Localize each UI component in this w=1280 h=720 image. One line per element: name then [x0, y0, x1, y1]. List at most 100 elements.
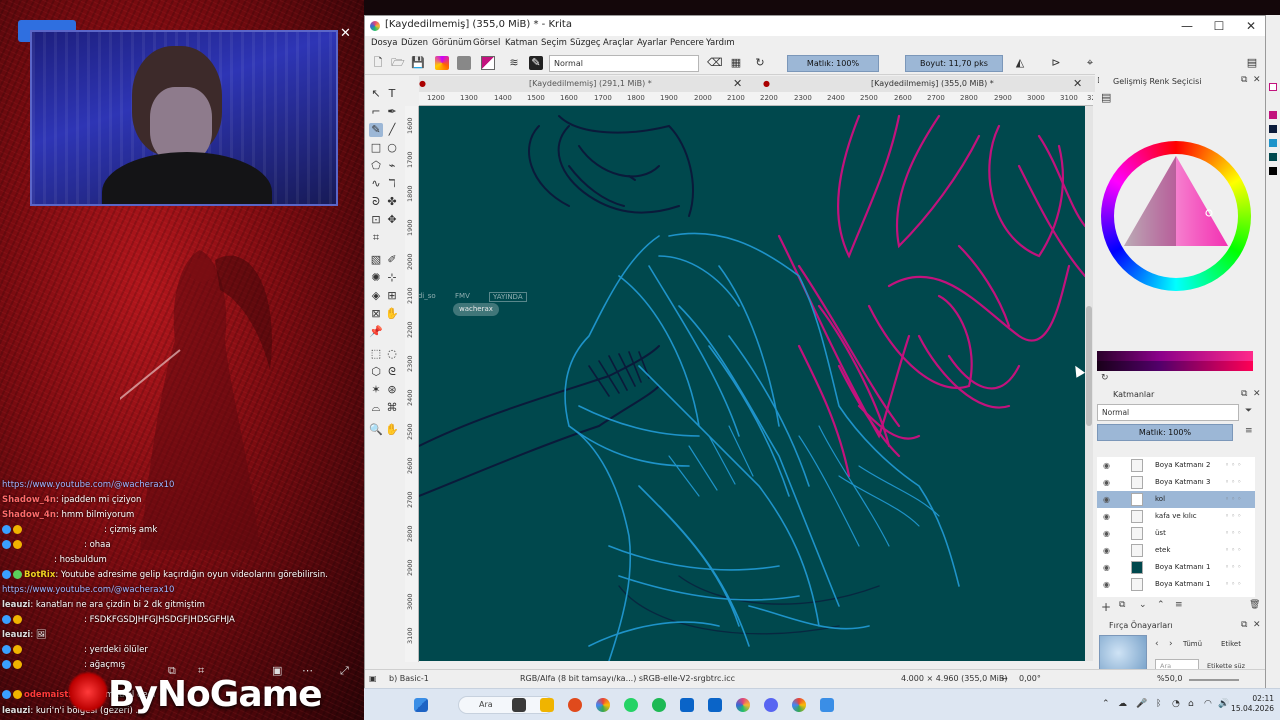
freehand-brush-icon[interactable]: ✎	[369, 123, 383, 137]
contiguous-select-icon[interactable]: ✶	[369, 383, 383, 397]
brush-filter-select[interactable]: Tümü	[1183, 637, 1202, 651]
rotate-icon[interactable]: ↔	[1001, 674, 1008, 683]
swatch-icon[interactable]	[1269, 83, 1277, 91]
menu-katman[interactable]: Katman	[505, 38, 538, 48]
layer-row-active[interactable]: ◉ kol ◦◦◦	[1097, 491, 1255, 508]
swatch-icon[interactable]	[1269, 153, 1277, 161]
chrome-icon[interactable]	[792, 698, 806, 712]
enclose-fill-icon[interactable]: ⊞	[385, 289, 399, 303]
close-icon[interactable]: ✕	[1253, 75, 1261, 85]
color-picker-icon[interactable]: ✐	[385, 253, 399, 267]
smart-patch-icon[interactable]: ✺	[369, 271, 383, 285]
color-wheel[interactable]	[1101, 141, 1251, 291]
dynamic-brush-icon[interactable]: ᘐ	[369, 195, 383, 209]
menu-icon[interactable]: ≡	[1245, 426, 1253, 436]
brush-settings-icon[interactable]: ≋	[507, 56, 521, 70]
gradient-tool-icon[interactable]: ▧	[369, 253, 383, 267]
assistant-icon[interactable]: ⊹	[385, 271, 399, 285]
line-tool-icon[interactable]: ╱	[385, 123, 399, 137]
menu-gorunum[interactable]: Görünüm	[432, 38, 472, 48]
mirror-horizontal-icon[interactable]: ◭	[1013, 56, 1027, 70]
fill-icon[interactable]: ◈	[369, 289, 383, 303]
microphone-icon[interactable]: 🎤	[1136, 699, 1147, 709]
close-icon[interactable]: ✕	[1253, 389, 1261, 399]
pan-hand-icon[interactable]: ✋	[385, 307, 399, 321]
blend-mode-select[interactable]: Normal	[549, 55, 699, 72]
menu-dosya[interactable]: Dosya	[371, 38, 397, 48]
menu-pencere[interactable]: Pencere	[670, 38, 704, 48]
text-tool-icon[interactable]: T	[385, 87, 399, 101]
layer-opacity-slider[interactable]: Matlık: 100%	[1097, 424, 1233, 441]
chevron-up-icon[interactable]: ⌃	[1102, 699, 1110, 709]
filter-icon[interactable]: ⏷	[1245, 406, 1252, 416]
canvas-scrollbar[interactable]	[1085, 106, 1093, 661]
menu-secim[interactable]: Seçim	[541, 38, 567, 48]
float-icon[interactable]: ⧉	[1241, 620, 1247, 630]
chevron-right-icon[interactable]: ›	[1169, 639, 1173, 649]
color-settings-icon[interactable]: ▤	[1101, 91, 1111, 104]
move-icon[interactable]: ✥	[385, 213, 399, 227]
close-icon[interactable]: ✕	[1073, 76, 1082, 92]
start-icon[interactable]	[414, 698, 428, 712]
brush-preset-icon[interactable]: ✎	[529, 56, 543, 70]
onedrive-icon[interactable]: ☁	[1118, 699, 1127, 709]
spotify-icon[interactable]	[652, 698, 666, 712]
swatch-icon[interactable]	[1269, 125, 1277, 133]
volume-icon[interactable]: 🔊	[1218, 699, 1229, 709]
status-zoom[interactable]: %50,0	[1157, 674, 1182, 683]
doc-tab-1[interactable]: [Kaydedilmemiş] (291,1 MiB) *	[529, 76, 652, 92]
ellipse-select-icon[interactable]: ◌	[385, 347, 399, 361]
layer-row[interactable]: ◉ Boya Katmanı 1 ◦◦◦	[1097, 576, 1255, 593]
freehand-path-icon[interactable]: ℸ	[385, 177, 399, 191]
calligraphy-icon[interactable]: ✒	[385, 105, 399, 119]
doc-tab-2[interactable]: [Kaydedilmemiş] (355,0 MiB) *	[871, 76, 994, 92]
similar-select-icon[interactable]: ⊛	[385, 383, 399, 397]
language-icon[interactable]: ⌂	[1188, 699, 1194, 709]
swatch-icon[interactable]	[1269, 167, 1277, 175]
workspace-icon[interactable]: ▤	[1245, 56, 1259, 70]
duplicate-icon[interactable]: ⧉	[1119, 600, 1125, 610]
discord-icon[interactable]	[764, 698, 778, 712]
layer-blend-select[interactable]: Normal	[1097, 404, 1239, 421]
layer-row[interactable]: ◉ Boya Katmanı 1 ◦◦◦	[1097, 559, 1255, 576]
whatsapp-icon[interactable]	[624, 698, 638, 712]
menu-suzgec[interactable]: Süzgeç	[570, 38, 601, 48]
alpha-lock-icon[interactable]: ▦	[729, 56, 743, 70]
open-file-icon[interactable]: 🗁	[391, 56, 405, 70]
close-icon[interactable]: ✕	[340, 26, 351, 41]
pan-icon[interactable]: ✋	[385, 423, 399, 437]
bezier-select-icon[interactable]: ⌓	[369, 401, 383, 415]
add-layer-icon[interactable]: +	[1101, 600, 1111, 614]
properties-icon[interactable]: ≡	[1175, 600, 1183, 610]
layer-row[interactable]: ◉ kafa ve kılıc ◦◦◦	[1097, 508, 1255, 525]
multibrush-icon[interactable]: ✤	[385, 195, 399, 209]
polyline-tool-icon[interactable]: ⌁	[385, 159, 399, 173]
drawing-canvas[interactable]: cia4edi_so FMV YAYINDA wacherax	[419, 106, 1085, 661]
chrome-icon[interactable]	[596, 698, 610, 712]
refresh-icon[interactable]: ↻	[1101, 373, 1109, 383]
file-explorer-icon[interactable]	[540, 698, 554, 712]
ellipse-tool-icon[interactable]: ○	[385, 141, 399, 155]
fullscreen-icon[interactable]: ⤢	[340, 664, 349, 678]
rect-select-icon[interactable]: ⬚	[369, 347, 383, 361]
reference-icon[interactable]: 📌	[369, 325, 383, 339]
size-slider[interactable]: Boyut: 11,70 pks	[905, 55, 1003, 72]
zoom-slider[interactable]	[1189, 679, 1239, 681]
new-file-icon[interactable]: 🗋	[371, 56, 385, 70]
opacity-slider[interactable]: Matlık: 100%	[787, 55, 879, 72]
brush-tag-select[interactable]: Etiket	[1221, 637, 1241, 651]
eraser-icon[interactable]: ⌫	[707, 56, 723, 70]
polygon-select-icon[interactable]: ⬡	[369, 365, 383, 379]
layer-row[interactable]: ◉ Boya Katmanı 2 ◦◦◦	[1097, 457, 1255, 474]
firefox-icon[interactable]	[568, 698, 582, 712]
swatch-icon[interactable]	[1269, 139, 1277, 147]
color-history-strip[interactable]	[1097, 351, 1253, 371]
zoom-icon[interactable]: 🔍	[369, 423, 383, 437]
move-down-icon[interactable]: ⌄	[1139, 600, 1147, 610]
menu-ayarlar[interactable]: Ayarlar	[637, 38, 667, 48]
layer-row[interactable]: ◉ üst ◦◦◦	[1097, 525, 1255, 542]
fg-bg-color-icon[interactable]	[481, 56, 495, 70]
edit-shape-icon[interactable]: ⌐	[369, 105, 383, 119]
close-icon[interactable]: ✕	[733, 76, 742, 92]
bluetooth-icon[interactable]: ᛒ	[1156, 699, 1161, 709]
